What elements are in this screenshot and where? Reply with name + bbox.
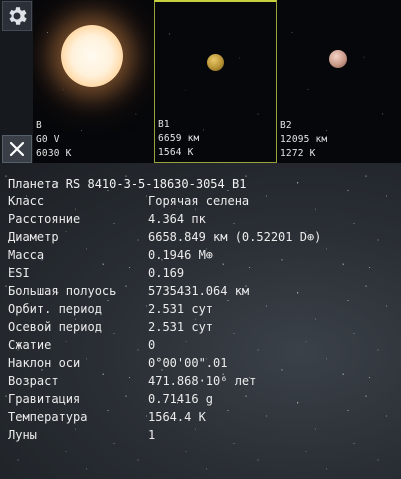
object-info-panel: Планета RS 8410-3-5-18630-3054 B1 Класс …	[0, 163, 401, 479]
close-button[interactable]	[2, 135, 32, 163]
thumbnail-star-b[interactable]: B G0 V 6030 K	[33, 0, 154, 163]
sidebar	[0, 0, 34, 163]
close-icon	[9, 141, 25, 157]
thumbnail-label: B G0 V 6030 K	[36, 120, 72, 159]
info-title: Планета RS 8410-3-5-18630-3054 B1	[8, 177, 247, 191]
settings-button[interactable]	[2, 1, 32, 31]
gear-icon	[9, 7, 27, 25]
thumbnail-planet-b2[interactable]: B2 12095 км 1272 K	[277, 0, 401, 163]
thumbnail-strip: B G0 V 6030 K B1 6659 км 1564 K B2 12095…	[0, 0, 401, 163]
thumbnail-label: B2 12095 км 1272 K	[280, 120, 328, 159]
thumbnail-label: B1 6659 км 1564 K	[158, 119, 200, 158]
thumbnail-planet-b1[interactable]: B1 6659 км 1564 K	[154, 0, 277, 163]
planet-image	[329, 50, 347, 68]
planet-image	[207, 54, 224, 71]
star-image	[61, 25, 123, 87]
